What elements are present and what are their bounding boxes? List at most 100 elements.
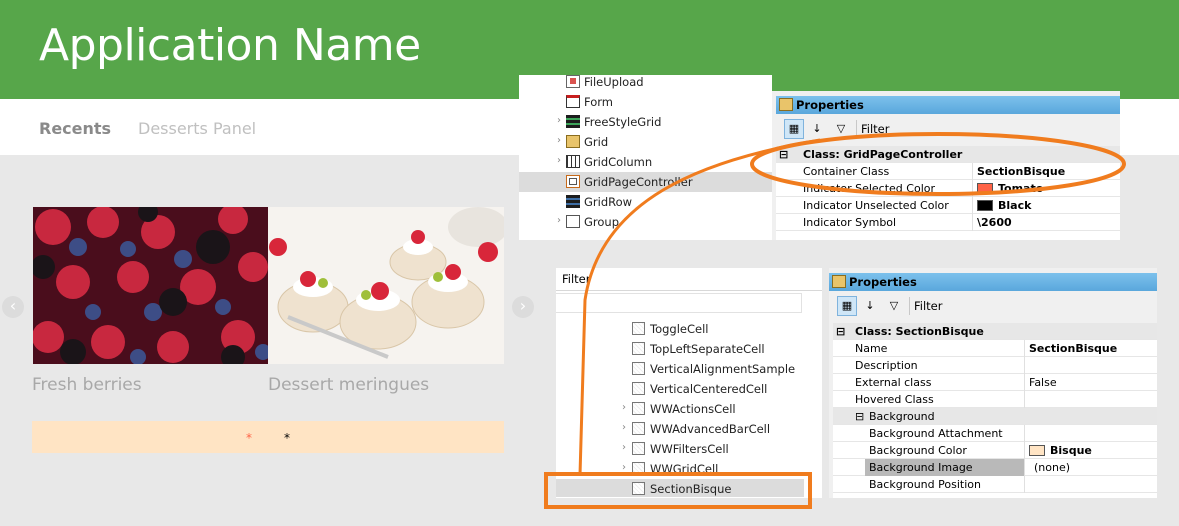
property-row[interactable]: Background Image (none) — [833, 459, 1157, 476]
filter-label[interactable]: Filter — [861, 122, 889, 136]
property-name: Hovered Class — [855, 393, 934, 406]
property-value[interactable]: Bisque — [1050, 444, 1092, 457]
filter-input[interactable] — [556, 293, 802, 313]
tree-item[interactable]: › Group — [519, 212, 772, 232]
tree-item-label: FreeStyleGrid — [584, 115, 662, 129]
carousel-next-button[interactable]: › — [512, 296, 534, 318]
expand-icon[interactable]: › — [557, 155, 561, 166]
filter-label[interactable]: Filter — [562, 272, 590, 286]
property-value[interactable]: SectionBisque — [977, 165, 1065, 178]
expand-icon[interactable]: › — [622, 462, 626, 473]
tree-item[interactable]: › WWFiltersCell — [556, 439, 822, 459]
tree-item-selected[interactable]: SectionBisque — [556, 479, 822, 498]
tree-item-selected[interactable]: GridPageController — [519, 172, 772, 192]
theme-class-icon — [632, 382, 645, 395]
property-value[interactable]: Tomato — [998, 182, 1043, 195]
property-row[interactable]: Indicator Selected Color Tomato — [776, 180, 1120, 197]
properties-grid: ⊟ Class: GridPageController Container Cl… — [776, 146, 1120, 240]
sort-alpha-icon[interactable]: ↓ — [860, 296, 880, 316]
tree-item[interactable]: TopLeftSeparateCell — [556, 339, 822, 359]
property-value[interactable]: Black — [998, 199, 1031, 212]
property-name: Background Image — [869, 461, 973, 474]
file-upload-icon — [566, 75, 580, 88]
tree-item-label: GridRow — [584, 195, 633, 209]
property-row[interactable]: Description — [833, 357, 1157, 374]
property-row[interactable]: External class False — [833, 374, 1157, 391]
app-title: Application Name — [39, 20, 421, 71]
theme-class-icon — [632, 402, 645, 415]
grid-row-icon — [566, 195, 580, 208]
property-value[interactable]: \2600 — [977, 216, 1012, 229]
property-row[interactable]: Background Attachment — [833, 425, 1157, 442]
property-row[interactable]: Indicator Symbol \2600 — [776, 214, 1120, 231]
tree-item[interactable]: ToggleCell — [556, 319, 822, 339]
property-row[interactable]: Indicator Unselected Color Black — [776, 197, 1120, 214]
tree-item-label: GridPageController — [584, 175, 693, 189]
properties-panel-top: Properties ▦ ↓ ▽ Filter ⊟ Class: GridPag… — [772, 91, 1120, 240]
tab-desserts-panel[interactable]: Desserts Panel — [138, 119, 256, 138]
tree-item[interactable]: › FreeStyleGrid — [519, 112, 772, 132]
property-row[interactable]: Name SectionBisque — [833, 340, 1157, 357]
tree-item[interactable]: GridRow — [519, 192, 772, 212]
tree-item-label: Form — [584, 95, 613, 109]
collapse-icon[interactable]: ⊟ — [836, 325, 845, 338]
expand-icon[interactable]: › — [622, 402, 626, 413]
filter-icon[interactable]: ▽ — [831, 119, 851, 139]
tree-item[interactable]: Form — [519, 92, 772, 112]
color-swatch — [1029, 445, 1045, 456]
color-swatch — [977, 200, 993, 211]
properties-toolbar: ▦ ↓ ▽ Filter — [829, 293, 1157, 319]
collapse-icon[interactable]: ⊟ — [855, 410, 864, 423]
categorized-view-icon[interactable]: ▦ — [837, 296, 857, 316]
tree-item[interactable]: › Grid — [519, 132, 772, 152]
tree-item-label: WWActionsCell — [650, 402, 736, 416]
collapse-icon[interactable]: ⊟ — [779, 148, 788, 161]
expand-icon[interactable]: › — [622, 422, 626, 433]
class-header-row: ⊟ Class: GridPageController — [776, 146, 1120, 163]
property-value[interactable]: False — [1029, 376, 1057, 389]
class-header: Class: SectionBisque — [855, 325, 984, 338]
property-row[interactable]: Hovered Class — [833, 391, 1157, 408]
tree-item[interactable]: VerticalCenteredCell — [556, 379, 822, 399]
class-header-row: ⊟ Class: SectionBisque — [833, 323, 1157, 340]
property-name: Background Color — [869, 444, 967, 457]
property-row[interactable]: Background Position — [833, 476, 1157, 493]
properties-icon — [779, 98, 793, 111]
tab-recents[interactable]: Recents — [39, 119, 111, 138]
chevron-left-icon: ‹ — [9, 296, 17, 315]
properties-toolbar: ▦ ↓ ▽ Filter — [776, 116, 1120, 142]
properties-panel-bottom: Properties ▦ ↓ ▽ Filter ⊟ Class: Section… — [829, 268, 1157, 498]
freestyle-grid-icon — [566, 115, 580, 128]
expand-icon[interactable]: › — [557, 115, 561, 126]
sort-alpha-icon[interactable]: ↓ — [807, 119, 827, 139]
property-value[interactable]: SectionBisque — [1029, 342, 1117, 355]
property-name: Indicator Unselected Color — [803, 199, 949, 212]
tree-item[interactable]: › WWAdvancedBarCell — [556, 419, 822, 439]
categorized-view-icon[interactable]: ▦ — [784, 119, 804, 139]
property-row[interactable]: Container Class SectionBisque — [776, 163, 1120, 180]
indicator-unselected[interactable]: * — [284, 432, 290, 444]
tree-item[interactable]: › WWGridCell — [556, 459, 822, 479]
property-row[interactable]: Background Color Bisque — [833, 442, 1157, 459]
carousel-prev-button[interactable]: ‹ — [2, 296, 24, 318]
kb-explorer-tree-top: FileUpload Form › FreeStyleGrid › Grid ›… — [519, 75, 772, 240]
expand-icon[interactable]: › — [622, 442, 626, 453]
expand-icon[interactable]: › — [557, 135, 561, 146]
tree-item[interactable]: VerticalAlignmentSample — [556, 359, 822, 379]
category-name: Background — [869, 410, 935, 423]
tree-item[interactable]: › WWActionsCell — [556, 399, 822, 419]
theme-class-icon — [632, 442, 645, 455]
tree-item[interactable]: › GridColumn — [519, 152, 772, 172]
tree-item[interactable]: FileUpload — [519, 75, 772, 92]
property-name: Name — [855, 342, 888, 355]
filter-label[interactable]: Filter — [914, 299, 942, 313]
indicator-selected[interactable]: * — [246, 432, 252, 444]
property-value[interactable]: (none) — [1034, 461, 1070, 474]
tree-item-label: Group — [584, 215, 620, 229]
expand-icon[interactable]: › — [557, 215, 561, 226]
tree-item-label: VerticalCenteredCell — [650, 382, 768, 396]
meringue-image — [268, 207, 504, 364]
property-name: Background Position — [869, 478, 981, 491]
tree-item-label: VerticalAlignmentSample — [650, 362, 796, 376]
filter-icon[interactable]: ▽ — [884, 296, 904, 316]
